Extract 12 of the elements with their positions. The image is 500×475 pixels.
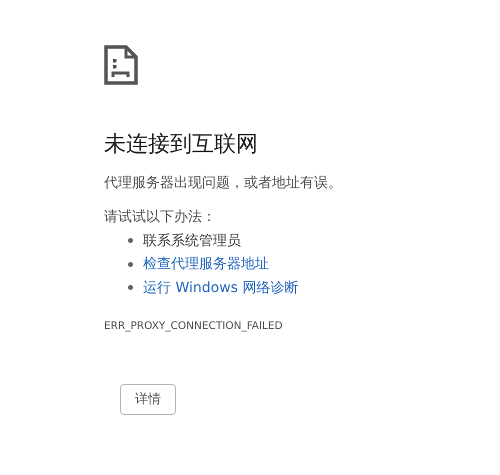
- suggestion-text: 联系系统管理员: [143, 232, 241, 250]
- details-button[interactable]: 详情: [120, 384, 176, 414]
- error-code: ERR_PROXY_CONNECTION_FAILED: [104, 320, 284, 332]
- bullet-icon: [128, 285, 133, 290]
- error-heading: 未连接到互联网: [104, 131, 259, 159]
- suggestion-link[interactable]: 检查代理服务器地址: [143, 255, 269, 274]
- bullet-icon: [128, 262, 133, 267]
- bullet-icon: [128, 238, 133, 244]
- suggestion-link[interactable]: 运行 Windows 网络诊断: [143, 278, 298, 297]
- error-message: 代理服务器出现问题，或者地址有误。: [104, 174, 343, 193]
- sad-page-icon: [104, 45, 138, 85]
- suggestions-intro: 请试试以下办法：: [104, 208, 217, 227]
